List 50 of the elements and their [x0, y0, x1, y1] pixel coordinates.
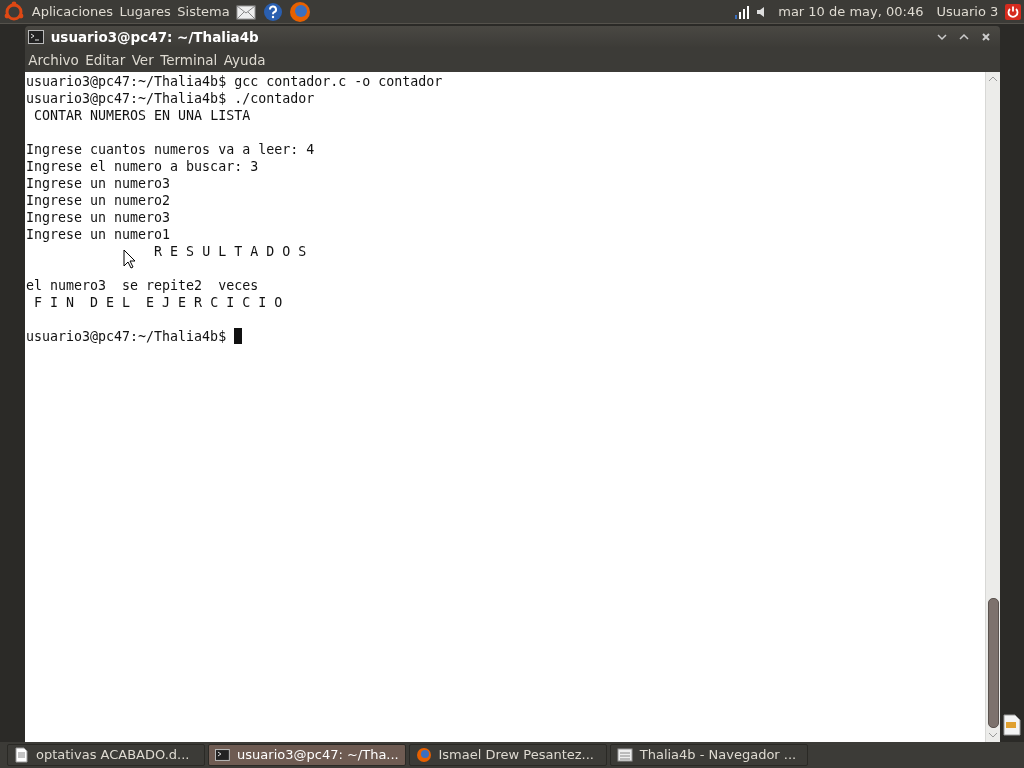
taskbar-label: Ismael Drew Pesantez...	[438, 746, 594, 765]
taskbar-label: usuario3@pc47: ~/Tha...	[237, 746, 399, 765]
terminal-line: Ingrese un numero2	[26, 192, 171, 209]
taskbar-label: Thalia4b - Navegador ...	[639, 746, 797, 765]
menu-item[interactable]: Ayuda	[223, 49, 266, 71]
terminal-line: CONTAR NUMEROS EN UNA LISTA	[34, 107, 251, 124]
taskbar-button[interactable]: usuario3@pc47: ~/Tha...	[207, 744, 406, 766]
scrollbar-thumb[interactable]	[987, 597, 999, 728]
mail-icon[interactable]	[236, 2, 257, 21]
terminal-line: Ingrese un numero3	[26, 209, 171, 226]
terminal-line: Ingrese un numero1	[26, 226, 171, 243]
terminal-line: el numero3 se repite2 veces	[26, 277, 259, 294]
terminal-line: Ingrese un numero3	[26, 175, 171, 192]
taskbar-label: optativas ACABADO.d...	[36, 746, 190, 765]
globe-icon[interactable]	[289, 0, 312, 23]
terminal-line: usuario3@pc47:~/Thalia4b$	[26, 328, 228, 345]
close-icon	[980, 32, 991, 43]
menu-item[interactable]: Editar	[85, 49, 126, 71]
menu-item[interactable]: Terminal	[160, 49, 218, 71]
document-icon[interactable]	[1003, 713, 1022, 736]
window-title: usuario3@pc47: ~/Thalia4b	[50, 27, 259, 47]
terminal-line: F I N D E L E J E R C I C I O	[34, 294, 283, 311]
document-icon	[13, 747, 30, 763]
window-icon	[617, 747, 634, 763]
menu-item[interactable]: Archivo	[28, 49, 79, 71]
taskbar-button[interactable]: Ismael Drew Pesantez...	[409, 744, 607, 766]
terminal-line: Ingrese el numero a buscar: 3	[26, 158, 259, 175]
panel-menu[interactable]: Lugares	[119, 1, 171, 22]
user-name[interactable]: Usuario 3	[936, 1, 999, 22]
menu-item[interactable]: Ver	[131, 49, 154, 71]
terminal-line: usuario3@pc47:~/Thalia4b$ gcc contador.c -o contador	[26, 73, 443, 90]
mouse-pointer-icon	[123, 249, 136, 269]
help-icon[interactable]	[262, 1, 283, 22]
taskbar-button[interactable]: Thalia4b - Navegador ...	[610, 744, 809, 766]
globe-icon	[416, 747, 432, 763]
terminal-line: usuario3@pc47:~/Thalia4b$ ./contador	[26, 90, 315, 107]
panel-menu[interactable]: Sistema	[177, 1, 230, 22]
terminal-line: Ingrese cuantos numeros va a leer: 4	[26, 141, 315, 158]
terminal-line: R E S U L T A D O S	[154, 243, 307, 260]
scrollbar[interactable]	[985, 72, 1000, 742]
power-icon[interactable]	[1004, 3, 1021, 20]
chevron-down-icon	[936, 33, 947, 42]
clock[interactable]: mar 10 de may, 00:46	[778, 1, 924, 22]
chevron-up-icon	[958, 33, 969, 42]
taskbar-button[interactable]: optativas ACABADO.d...	[6, 744, 205, 766]
terminal-icon	[214, 747, 231, 763]
terminal-icon	[28, 30, 45, 44]
panel-menu[interactable]: Aplicaciones	[31, 1, 113, 22]
logo-icon[interactable]	[3, 0, 26, 23]
signal-icon[interactable]	[733, 4, 750, 19]
